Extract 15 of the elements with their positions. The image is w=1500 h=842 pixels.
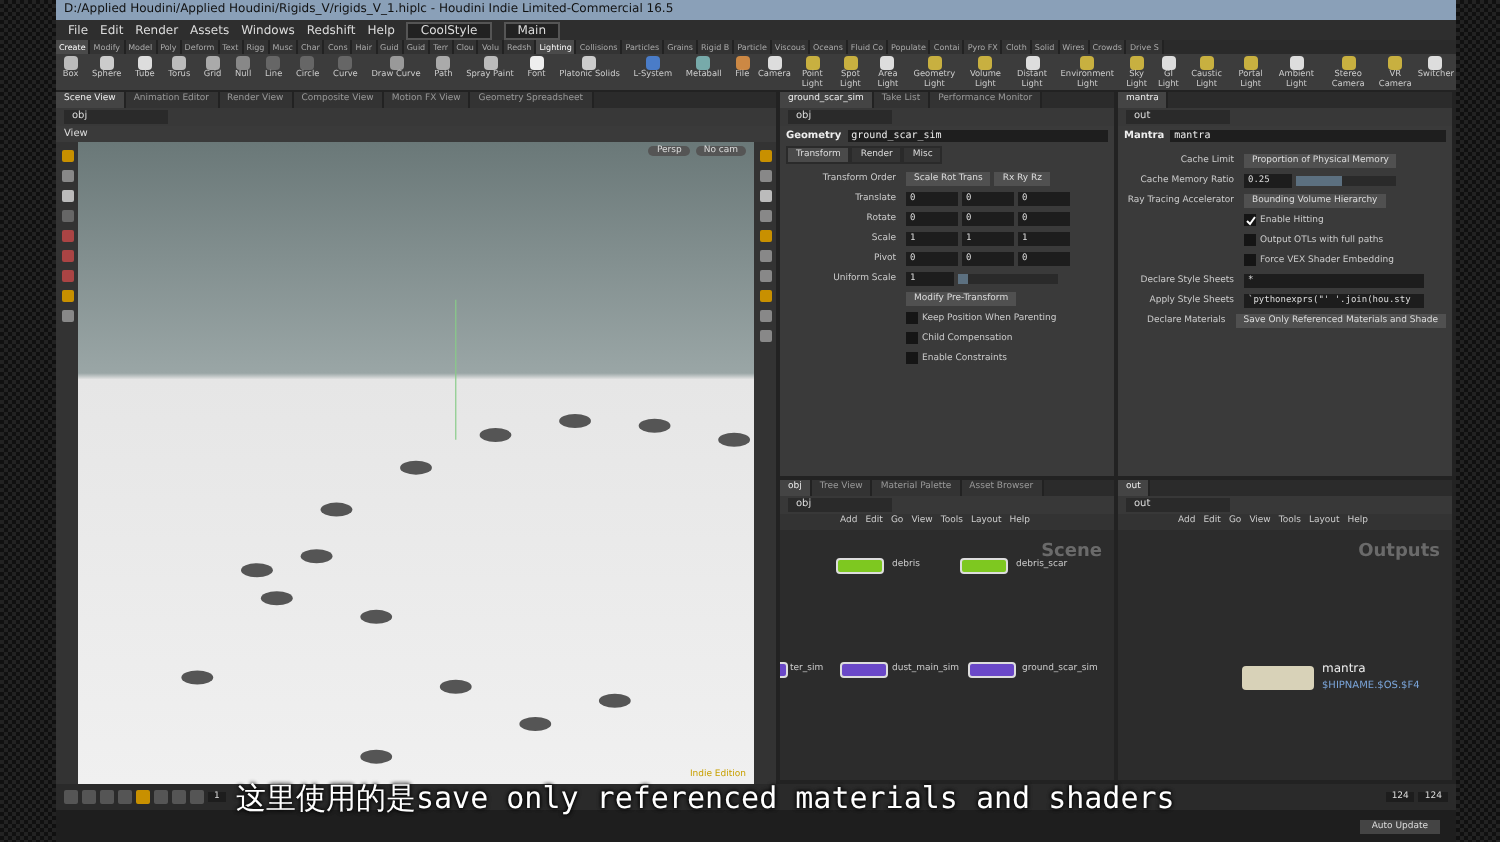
slider-track[interactable] bbox=[958, 273, 1058, 283]
network-node[interactable] bbox=[960, 557, 1008, 574]
network-node[interactable] bbox=[836, 557, 884, 574]
render-node[interactable] bbox=[1242, 665, 1314, 690]
checkbox[interactable] bbox=[906, 352, 918, 364]
checkbox[interactable] bbox=[1244, 254, 1256, 266]
checkbox[interactable] bbox=[906, 312, 918, 324]
network-node[interactable] bbox=[840, 661, 888, 678]
checkbox[interactable] bbox=[1244, 234, 1256, 246]
context-watermark: Outputs bbox=[1358, 541, 1440, 562]
subtitle: 这里使用的是save only referenced materials and shaders bbox=[236, 780, 1175, 818]
network-node[interactable] bbox=[968, 661, 1016, 678]
checkbox[interactable] bbox=[906, 332, 918, 344]
checkbox[interactable] bbox=[1244, 214, 1256, 226]
slider-track[interactable] bbox=[1296, 175, 1396, 185]
